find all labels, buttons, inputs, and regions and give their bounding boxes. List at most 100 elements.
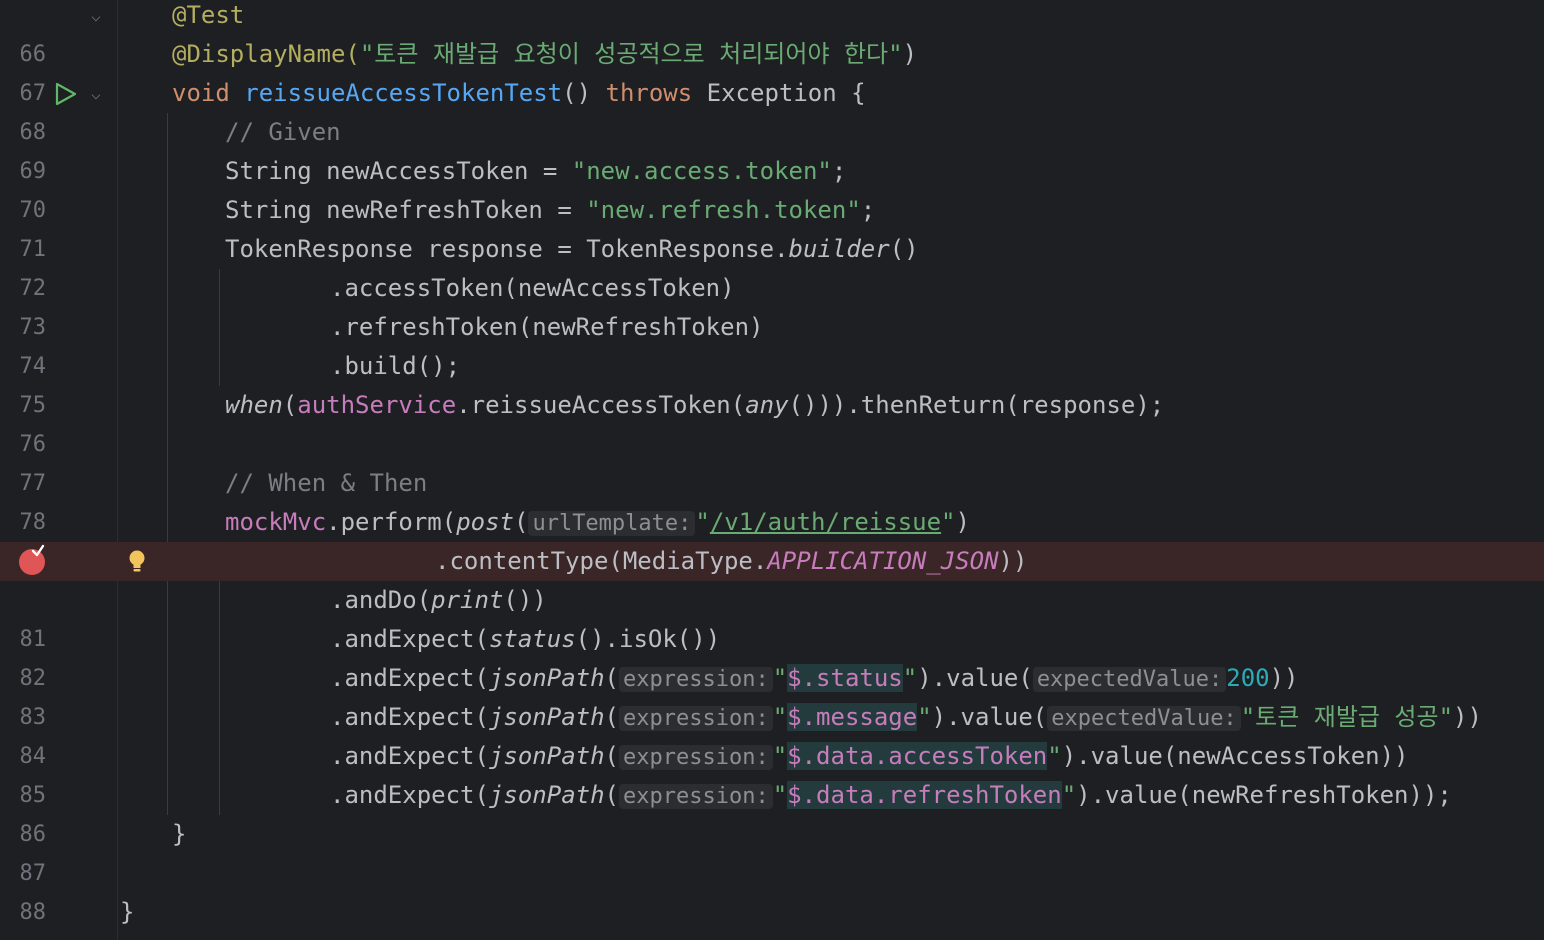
code-text: .andExpect( bbox=[330, 664, 489, 692]
fold-chevron-icon[interactable]: ⌵ bbox=[87, 74, 105, 113]
annotation: @Test bbox=[172, 1, 245, 29]
code-line[interactable]: 83 .andExpect(jsonPath(expression: "$.sta… bbox=[0, 659, 1544, 730]
gutter: 82 bbox=[0, 620, 117, 691]
string-quote: " bbox=[941, 508, 956, 536]
code-line[interactable]: 68 ⌵ void reissueAccessTokenTest() throw… bbox=[0, 74, 1544, 145]
string-quote: " bbox=[772, 703, 788, 731]
code-line[interactable]: 85 .andExpect(jsonPath(expression: "$.dat… bbox=[0, 737, 1544, 808]
run-gutter-icon[interactable] bbox=[53, 82, 77, 106]
url-link[interactable]: /v1/auth/reissue bbox=[710, 508, 941, 536]
code-line[interactable]: 73 .accessToken(newAccessToken) bbox=[0, 269, 1544, 340]
code-line[interactable]: 75 .build(); bbox=[0, 347, 1544, 418]
code-text: ) bbox=[955, 508, 970, 536]
code-line[interactable]: 77 bbox=[0, 425, 1544, 496]
code-line[interactable]: 87 } bbox=[0, 815, 1544, 886]
jsonpath-key: .refreshToken bbox=[873, 781, 1062, 809]
comment: // When & Then bbox=[225, 469, 428, 497]
gutter: 84 bbox=[0, 698, 117, 769]
gutter: 73 bbox=[0, 269, 117, 340]
gutter: 85 bbox=[0, 737, 117, 808]
static-method: builder bbox=[788, 235, 890, 263]
gutter bbox=[0, 542, 145, 581]
code-line[interactable]: 84 .andExpect(jsonPath(expression: "$.mes… bbox=[0, 698, 1544, 769]
code-text: ; bbox=[831, 157, 847, 185]
gutter: 83 bbox=[0, 659, 117, 730]
code-line[interactable]: 79 mockMvc.perform(post(urlTemplate:"/v1… bbox=[0, 503, 1544, 574]
string-literal: "new.access.token" bbox=[571, 157, 832, 185]
code-text: ( bbox=[282, 391, 298, 419]
gutter: 88 bbox=[0, 854, 117, 925]
static-method: jsonPath bbox=[488, 781, 605, 809]
string-quote: " bbox=[772, 781, 788, 809]
code-line[interactable]: 81 .andDo(print()) bbox=[0, 581, 1544, 652]
code-text: ( bbox=[604, 781, 619, 809]
static-method: jsonPath bbox=[488, 664, 605, 692]
gutter: 79 bbox=[0, 503, 117, 574]
code-text: .andExpect( bbox=[330, 742, 489, 770]
code-line[interactable]: 67 @DisplayName("토큰 재발급 요청이 성공적으로 처리되어야 … bbox=[0, 35, 1544, 106]
gutter: 81 bbox=[0, 581, 117, 652]
code-text: .andExpect( bbox=[330, 703, 489, 731]
jsonpath-key: .status bbox=[801, 664, 903, 692]
code-text: ) bbox=[902, 40, 918, 68]
code-text: .contentType(MediaType. bbox=[435, 547, 768, 575]
string-quote: " bbox=[917, 703, 932, 731]
code-line[interactable]: 82 .andExpect(status().isOk()) bbox=[0, 620, 1544, 691]
code-editor[interactable]: 66 ⌵ @Test 67 @DisplayName("토큰 재발급 요청이 성… bbox=[0, 0, 1544, 940]
fold-chevron-icon[interactable]: ⌵ bbox=[87, 0, 105, 35]
string-literal: "토큰 재발급 성공" bbox=[1240, 703, 1454, 731]
code-text: .perform( bbox=[326, 508, 457, 536]
code-text: .andExpect( bbox=[330, 625, 489, 653]
code-text: () bbox=[889, 235, 919, 263]
code-text: String newAccessToken = bbox=[225, 157, 572, 185]
code-text: .reissueAccessToken( bbox=[456, 391, 746, 419]
static-method: status bbox=[488, 625, 576, 653]
jsonpath-key: .accessToken bbox=[873, 742, 1048, 770]
static-method: jsonPath bbox=[488, 742, 605, 770]
code-line[interactable]: 66 ⌵ @Test bbox=[0, 0, 1544, 67]
code-text: .refreshToken(newRefreshToken) bbox=[330, 313, 764, 341]
code-text: String newRefreshToken = bbox=[225, 196, 587, 224]
code-text: ()) bbox=[503, 586, 547, 614]
gutter: 72 bbox=[0, 230, 117, 301]
jsonpath-key: .message bbox=[801, 703, 918, 731]
static-method: print bbox=[431, 586, 504, 614]
code-text: ().isOk()) bbox=[575, 625, 721, 653]
parameter-hint: expression: bbox=[619, 706, 773, 731]
code-line[interactable]: 78 // When & Then bbox=[0, 464, 1544, 535]
code-text: ( bbox=[604, 703, 619, 731]
string-literal: "토큰 재발급 요청이 성공적으로 처리되어야 한다" bbox=[359, 40, 903, 68]
parameter-hint: expectedValue: bbox=[1032, 667, 1227, 692]
gutter: 75 bbox=[0, 347, 117, 418]
code-text: )) bbox=[998, 547, 1028, 575]
lightbulb-icon[interactable] bbox=[128, 549, 146, 575]
gutter: 66 ⌵ bbox=[0, 0, 117, 67]
jsonpath-key: .data bbox=[801, 781, 874, 809]
jsonpath-root: $ bbox=[787, 664, 802, 692]
code-line[interactable]: 89 } bbox=[0, 893, 1544, 940]
number-literal: 200 bbox=[1226, 664, 1270, 692]
code-text: ).value(newRefreshToken)); bbox=[1076, 781, 1452, 809]
jsonpath-root: $ bbox=[787, 742, 802, 770]
code-text: ())).thenReturn(response); bbox=[788, 391, 1165, 419]
code-text: ).value( bbox=[931, 703, 1048, 731]
breakpoint-line[interactable]: .contentType(MediaType.APPLICATION_JSON)… bbox=[0, 542, 1544, 581]
code-line[interactable]: 70 String newAccessToken = "new.access.t… bbox=[0, 152, 1544, 223]
code-line[interactable]: 88 bbox=[0, 854, 1544, 925]
code-line[interactable]: 71 String newRefreshToken = "new.refresh… bbox=[0, 191, 1544, 262]
gutter: 78 bbox=[0, 464, 117, 535]
string-quote: " bbox=[772, 742, 788, 770]
code-text: () bbox=[562, 79, 606, 107]
code-line[interactable]: 86 .andExpect(jsonPath(expression: "$.dat… bbox=[0, 776, 1544, 847]
gutter: 87 bbox=[0, 815, 117, 886]
code-text: Exception { bbox=[692, 79, 866, 107]
parameter-hint: expression: bbox=[619, 784, 773, 809]
parameter-hint: urlTemplate: bbox=[528, 511, 696, 536]
code-line[interactable]: 72 TokenResponse response = TokenRespons… bbox=[0, 230, 1544, 301]
code-line[interactable]: 69 // Given bbox=[0, 113, 1544, 184]
code-text: .andDo( bbox=[330, 586, 432, 614]
constant: APPLICATION_JSON bbox=[767, 547, 999, 575]
breakpoint-check-icon bbox=[31, 544, 45, 557]
code-line[interactable]: 76 when(authService.reissueAccessToken(a… bbox=[0, 386, 1544, 457]
code-line[interactable]: 74 .refreshToken(newRefreshToken) bbox=[0, 308, 1544, 379]
